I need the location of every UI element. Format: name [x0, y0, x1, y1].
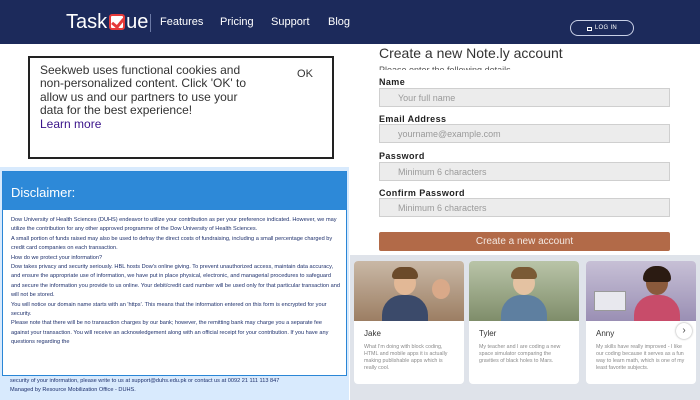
disclaimer-paragraph: A small portion of funds raised may also…: [11, 235, 333, 252]
student-photo: [354, 261, 464, 321]
form-subtitle: Please enter the following details: [379, 65, 511, 70]
student-hair: [511, 267, 537, 279]
disclaimer-paragraph: How do we protect your information?: [11, 254, 103, 261]
testimonial-name: Anny: [596, 329, 615, 338]
disclaimer-paragraph: Please note that there will be no transa…: [11, 320, 329, 346]
student-body: [501, 295, 547, 321]
name-label: Name: [379, 77, 406, 87]
student-hair: [392, 267, 418, 279]
disclaimer-paragraph: Dow University of Health Sciences (DUHS)…: [11, 217, 337, 233]
laptop-icon: [594, 291, 626, 311]
student-hair: [643, 266, 671, 282]
disclaimer-body: Dow University of Health Sciences (DUHS)…: [3, 210, 346, 348]
logo-text-task: Task: [66, 10, 108, 33]
student-body: [634, 295, 680, 321]
nav-support[interactable]: Support: [271, 16, 310, 28]
testimonial-quote: My teacher and I are coding a new space …: [479, 344, 561, 364]
testimonial-name: Tyler: [479, 329, 497, 338]
password-label: Password: [379, 151, 425, 161]
student-body: [382, 295, 428, 321]
testimonial-quote: My skills have really improved - I like …: [596, 344, 685, 371]
disclaimer-paragraph: Dow takes privacy and security seriously…: [11, 264, 340, 299]
taskque-logo[interactable]: Task ue: [66, 9, 148, 35]
logo-text-ue: ue: [126, 10, 149, 33]
checkbox-logo-icon: [109, 14, 126, 30]
create-account-button[interactable]: Create a new account: [379, 232, 670, 251]
student-photo: [586, 261, 696, 321]
nav-pricing[interactable]: Pricing: [220, 16, 254, 28]
disclaimer-footer: security of your information, please wri…: [10, 377, 340, 396]
login-label: LOG IN: [594, 25, 618, 31]
student-photo: [469, 261, 579, 321]
adult-head: [432, 279, 450, 299]
cookie-text-block: Seekweb uses functional cookies and non-…: [40, 63, 248, 131]
chevron-right-icon[interactable]: ›: [676, 323, 692, 339]
learn-more-link[interactable]: Learn more: [40, 117, 248, 131]
lock-icon: [586, 27, 592, 31]
logo-divider: [150, 14, 151, 32]
confirm-password-label: Confirm Password: [379, 188, 465, 198]
testimonial-quote: What I'm doing with block coding, HTML a…: [364, 344, 448, 371]
disclaimer-paragraph: You will notice our domain name starts w…: [11, 301, 327, 318]
cookie-ok-button[interactable]: OK: [283, 66, 327, 82]
email-input[interactable]: yourname@example.com: [379, 124, 670, 143]
top-navigation-bar: Task ue Features Pricing Support Blog LO…: [0, 0, 700, 44]
confirm-password-input[interactable]: Minimum 6 characters: [379, 198, 670, 217]
disclaimer-panel: Disclaimer: Dow University of Health Sci…: [0, 167, 349, 400]
login-button[interactable]: LOG IN: [570, 20, 634, 36]
disclaimer-box[interactable]: Disclaimer: Dow University of Health Sci…: [2, 171, 347, 376]
testimonial-card: Jake What I'm doing with block coding, H…: [354, 261, 464, 384]
cookie-message: Seekweb uses functional cookies and non-…: [40, 63, 247, 118]
nav-features[interactable]: Features: [160, 16, 203, 28]
disclaimer-title: Disclaimer:: [3, 172, 346, 210]
password-input[interactable]: Minimum 6 characters: [379, 162, 670, 181]
disclaimer-managed-by: Managed by Resource Mobilization Office …: [10, 387, 136, 394]
testimonial-name: Jake: [364, 329, 381, 338]
testimonial-card: Tyler My teacher and I are coding a new …: [469, 261, 579, 384]
testimonial-card: Anny My skills have really improved - I …: [586, 261, 696, 384]
email-label: Email Address: [379, 114, 447, 124]
form-title: Create a new Note.ly account: [379, 45, 563, 61]
disclaimer-contact: security of your information, please wri…: [10, 378, 280, 384]
cookie-notice: Seekweb uses functional cookies and non-…: [28, 56, 334, 159]
testimonial-carousel: Jake What I'm doing with block coding, H…: [350, 255, 700, 400]
nav-blog[interactable]: Blog: [328, 16, 350, 28]
name-input[interactable]: Your full name: [379, 88, 670, 107]
